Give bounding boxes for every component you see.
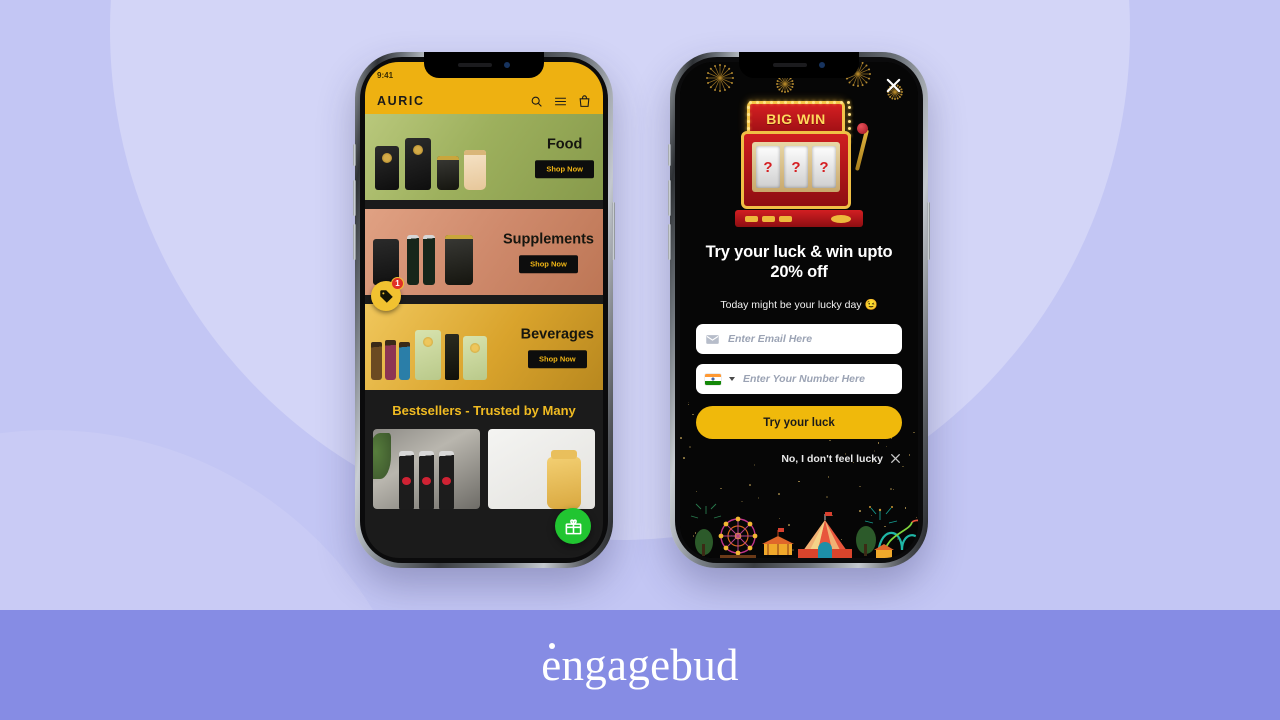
- mute-switch: [668, 144, 671, 166]
- banner-food[interactable]: Food Shop Now: [365, 114, 603, 200]
- bestsellers-grid: [365, 429, 603, 509]
- banner-beverages[interactable]: Beverages Shop Now: [365, 304, 603, 390]
- product-card[interactable]: [373, 429, 480, 509]
- volume-up-button: [668, 180, 671, 216]
- product-card[interactable]: [488, 429, 595, 509]
- background-circle-top: [110, 0, 1130, 540]
- email-field[interactable]: Enter Email Here: [696, 324, 902, 354]
- dismiss-label: No, I don't feel lucky: [781, 452, 883, 465]
- shop-now-button[interactable]: Shop Now: [519, 254, 578, 273]
- banner-divider: 1: [365, 277, 603, 311]
- auric-logo: AURIC: [377, 94, 425, 108]
- volume-down-button: [668, 224, 671, 260]
- volume-down-button: [353, 224, 356, 260]
- search-icon[interactable]: [530, 95, 543, 108]
- shop-now-button[interactable]: Shop Now: [535, 159, 594, 178]
- engagebud-wordmark: engagebud: [541, 639, 739, 691]
- power-button: [612, 202, 615, 260]
- bag-icon[interactable]: [578, 94, 591, 108]
- phone-notch: [424, 52, 544, 78]
- slot-cabinet: ? ? ?: [741, 131, 851, 209]
- try-your-luck-button[interactable]: Try your luck: [696, 406, 902, 439]
- gift-fab-button[interactable]: [555, 508, 591, 544]
- badge-count: 1: [391, 277, 404, 290]
- popup-headline: Try your luck & win upto 20% off: [705, 243, 893, 282]
- popup-subline: Today might be your lucky day 😉: [720, 299, 878, 311]
- slot-lever-knob: [857, 123, 868, 134]
- email-placeholder: Enter Email Here: [728, 333, 813, 345]
- banner-title: Supplements: [502, 231, 594, 248]
- banner-title: Beverages: [520, 326, 594, 343]
- store-screen: 9:41 AURIC Food Shop Now Supplements Sho…: [365, 62, 603, 558]
- phone-mockup-left: 9:41 AURIC Food Shop Now Supplements Sho…: [353, 52, 615, 568]
- gift-icon: [565, 518, 581, 534]
- phone-placeholder: Enter Your Number Here: [743, 373, 865, 385]
- status-time: 9:41: [377, 70, 394, 80]
- flag-icon: [705, 373, 721, 385]
- carnival-skyline-illustration: [690, 503, 918, 558]
- envelope-icon: [706, 334, 719, 344]
- slot-window: ? ? ?: [752, 142, 840, 192]
- menu-icon[interactable]: [554, 95, 567, 108]
- brand-text: engagebud: [541, 640, 739, 690]
- chevron-down-icon[interactable]: [729, 377, 735, 381]
- price-tag-icon: [379, 289, 393, 303]
- popup-screen: BIG WIN ? ? ? Try your luck & win upto 2…: [680, 62, 918, 558]
- shop-now-button[interactable]: Shop Now: [527, 349, 587, 368]
- close-icon: [891, 454, 900, 463]
- slot-reel: ?: [812, 146, 836, 188]
- close-icon[interactable]: [882, 74, 904, 96]
- slot-reel: ?: [756, 146, 780, 188]
- banner-divider: [365, 200, 603, 209]
- dismiss-link[interactable]: No, I don't feel lucky: [781, 452, 902, 465]
- power-button: [927, 202, 930, 260]
- slot-lever: [854, 129, 870, 171]
- slot-base: [735, 210, 863, 227]
- phone-notch: [739, 52, 859, 78]
- slot-reel: ?: [784, 146, 808, 188]
- offer-badge-button[interactable]: 1: [371, 277, 404, 311]
- phone-number-field[interactable]: Enter Your Number Here: [696, 364, 902, 394]
- banner-title: Food: [546, 136, 583, 153]
- phone-mockup-right: BIG WIN ? ? ? Try your luck & win upto 2…: [668, 52, 930, 568]
- app-header: AURIC: [365, 88, 603, 114]
- slot-machine-illustration: BIG WIN ? ? ?: [680, 94, 918, 234]
- footer-band: engagebud: [0, 610, 1280, 720]
- volume-up-button: [353, 180, 356, 216]
- bestsellers-heading: Bestsellers - Trusted by Many: [365, 390, 603, 429]
- mute-switch: [353, 144, 356, 166]
